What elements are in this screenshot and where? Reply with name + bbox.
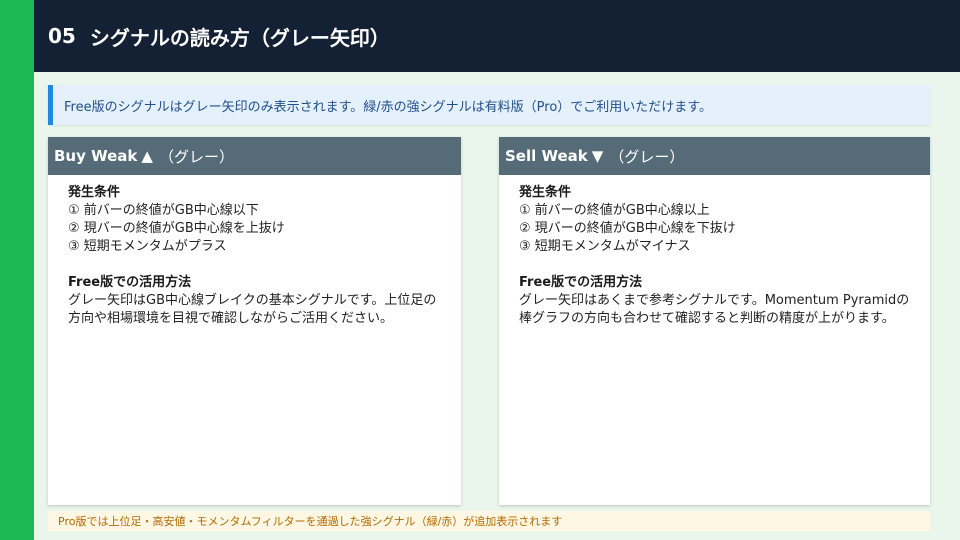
color-label: （グレー） — [609, 147, 685, 166]
card-title: Buy Weak — [54, 147, 138, 165]
condition-item: ① 前バーの終値がGB中心線以下 — [68, 203, 259, 218]
footer-text: Pro版では上位足・高安値・モメンタムフィルターを通過した強シグナル（緑/赤）が… — [58, 515, 563, 528]
down-triangle-icon: ▼ — [591, 147, 604, 165]
card-body: 発生条件 ① 前バーの終値がGB中心線以下 ② 現バーの終値がGB中心線を上抜け… — [48, 175, 461, 328]
slide-header: 05 シグナルの読み方（グレー矢印） — [34, 0, 960, 72]
condition-item: ② 現バーの終値がGB中心線を下抜け — [519, 221, 736, 236]
page-title: シグナルの読み方（グレー矢印） — [89, 25, 390, 50]
condition-item: ① 前バーの終値がGB中心線以上 — [519, 203, 710, 218]
footer-note: Pro版では上位足・高安値・モメンタムフィルターを通過した強シグナル（緑/赤）が… — [48, 511, 930, 531]
sell-weak-card: Sell Weak ▼ （グレー） 発生条件 ① 前バーの終値がGB中心線以上 … — [499, 137, 930, 505]
condition-item: ② 現バーの終値がGB中心線を上抜け — [68, 221, 285, 236]
color-label: （グレー） — [158, 147, 234, 166]
buy-weak-card: Buy Weak ▲ （グレー） 発生条件 ① 前バーの終値がGB中心線以下 ②… — [48, 137, 461, 505]
accent-bar — [0, 0, 34, 540]
condition-item: ③ 短期モメンタムがマイナス — [519, 239, 691, 254]
section-number: 05 — [48, 24, 76, 48]
card-body: 発生条件 ① 前バーの終値がGB中心線以上 ② 現バーの終値がGB中心線を下抜け… — [499, 175, 930, 328]
usage-title: Free版での活用方法 — [519, 275, 643, 290]
condition-item: ③ 短期モメンタムがプラス — [68, 239, 227, 254]
card-header: Buy Weak ▲ （グレー） — [48, 137, 461, 175]
conditions-title: 発生条件 — [519, 185, 572, 200]
up-triangle-icon: ▲ — [141, 147, 153, 165]
usage-text: グレー矢印はGB中心線ブレイクの基本シグナルです。上位足の方向や相場環境を目視で… — [68, 293, 437, 326]
notice-banner: Free版のシグナルはグレー矢印のみ表示されます。緑/赤の強シグナルは有料版（P… — [48, 85, 930, 125]
card-title: Sell Weak — [505, 147, 588, 165]
card-header: Sell Weak ▼ （グレー） — [499, 137, 930, 175]
conditions-title: 発生条件 — [68, 185, 121, 200]
usage-title: Free版での活用方法 — [68, 275, 192, 290]
notice-text: Free版のシグナルはグレー矢印のみ表示されます。緑/赤の強シグナルは有料版（P… — [64, 99, 712, 115]
usage-text: グレー矢印はあくまで参考シグナルです。Momentum Pyramidの棒グラフ… — [519, 293, 910, 326]
